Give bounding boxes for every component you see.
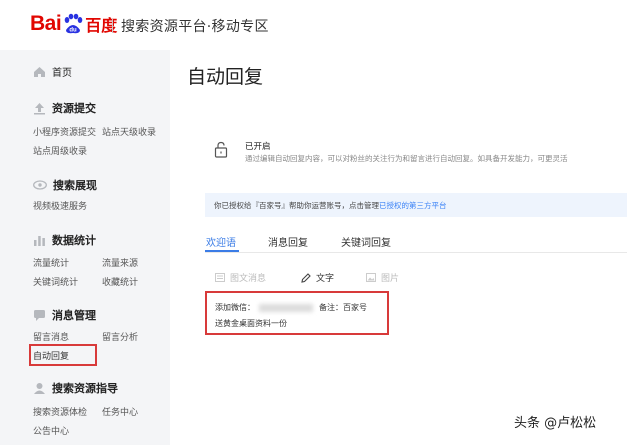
reply-type-text[interactable]: 文字 (301, 271, 334, 284)
sidebar-section-messages: 消息管理 (33, 307, 96, 323)
blurred-wechat-id (259, 303, 313, 312)
sidebar-section-stats: 数据统计 (33, 232, 96, 248)
svg-text:du: du (70, 28, 78, 34)
eye-icon (33, 180, 47, 190)
message-icon (34, 310, 45, 321)
sidebar-item-traffic-source[interactable]: 流量来源 (102, 256, 138, 269)
tab-divider (205, 252, 627, 253)
tab-message-reply[interactable]: 消息回复 (268, 234, 308, 249)
header-divider (112, 19, 113, 33)
sidebar-item-message-analysis[interactable]: 留言分析 (102, 330, 138, 343)
sidebar-item-task-center[interactable]: 任务中心 (102, 405, 138, 418)
sidebar-item-video-fast[interactable]: 视频极速服务 (33, 199, 87, 212)
sidebar-item-home[interactable]: 首页 (33, 64, 72, 79)
tab-welcome[interactable]: 欢迎语 (206, 234, 236, 249)
user-guide-icon (34, 382, 45, 394)
baidu-logo[interactable]: Bai du 百度 (30, 11, 117, 37)
third-party-link[interactable]: 已授权的第三方平台 (379, 201, 447, 210)
pencil-icon (301, 272, 311, 283)
image-icon (366, 273, 376, 282)
sidebar-item-favorite-stats[interactable]: 收藏统计 (102, 275, 138, 288)
active-tab-indicator (205, 250, 239, 252)
sidebar-item-miniapp-submit[interactable]: 小程序资源提交 (33, 125, 96, 138)
reply-line-2: 送黄金桌面资料一份 (215, 319, 287, 328)
page-title: 自动回复 (187, 66, 264, 88)
news-icon (215, 273, 225, 282)
status-description: 通过编辑自动回复内容，可以对粉丝的关注行为和留言进行自动回复。如具备开发能力，可… (245, 154, 568, 163)
sidebar-section-submit: 资源提交 (33, 100, 96, 116)
sidebar-item-keyword-stats[interactable]: 关键词统计 (33, 275, 78, 288)
sidebar-section-guide: 搜索资源指导 (33, 380, 118, 396)
reply-type-image[interactable]: 图片 (366, 271, 399, 284)
bar-chart-icon (34, 236, 45, 246)
notice-text: 你已授权给『百家号』帮助你运营账号，点击管理已授权的第三方平台 (214, 201, 447, 210)
sidebar-item-announcements[interactable]: 公告中心 (33, 424, 69, 437)
sidebar-item-weekly-index[interactable]: 站点周级收录 (33, 144, 87, 157)
tab-keyword-reply[interactable]: 关键词回复 (341, 234, 391, 249)
sidebar-item-message-list[interactable]: 留言消息 (33, 330, 69, 343)
sidebar-item-traffic-stats[interactable]: 流量统计 (33, 256, 69, 269)
reply-type-news[interactable]: 图文消息 (215, 271, 266, 284)
paw-icon: du (62, 13, 84, 35)
sidebar-section-display: 搜索展现 (33, 177, 97, 193)
reply-line-1: 添加微信： 备注：百家号 (215, 303, 367, 312)
status-title: 已开启 (245, 142, 271, 152)
logo-text-bai: Bai (30, 12, 62, 35)
top-header: Bai du 百度 搜索资源平台·移动专区 (0, 0, 627, 50)
lock-icon (214, 141, 228, 162)
watermark: 头条 @卢松松 (514, 416, 597, 431)
sidebar-item-resource-check[interactable]: 搜索资源体检 (33, 405, 87, 418)
sidebar-item-daily-index[interactable]: 站点天级收录 (102, 125, 156, 138)
platform-title: 搜索资源平台·移动专区 (121, 19, 269, 35)
home-icon (34, 66, 45, 77)
auto-reply-highlight-box (29, 344, 97, 366)
upload-icon (34, 102, 45, 114)
main-content (170, 50, 627, 445)
